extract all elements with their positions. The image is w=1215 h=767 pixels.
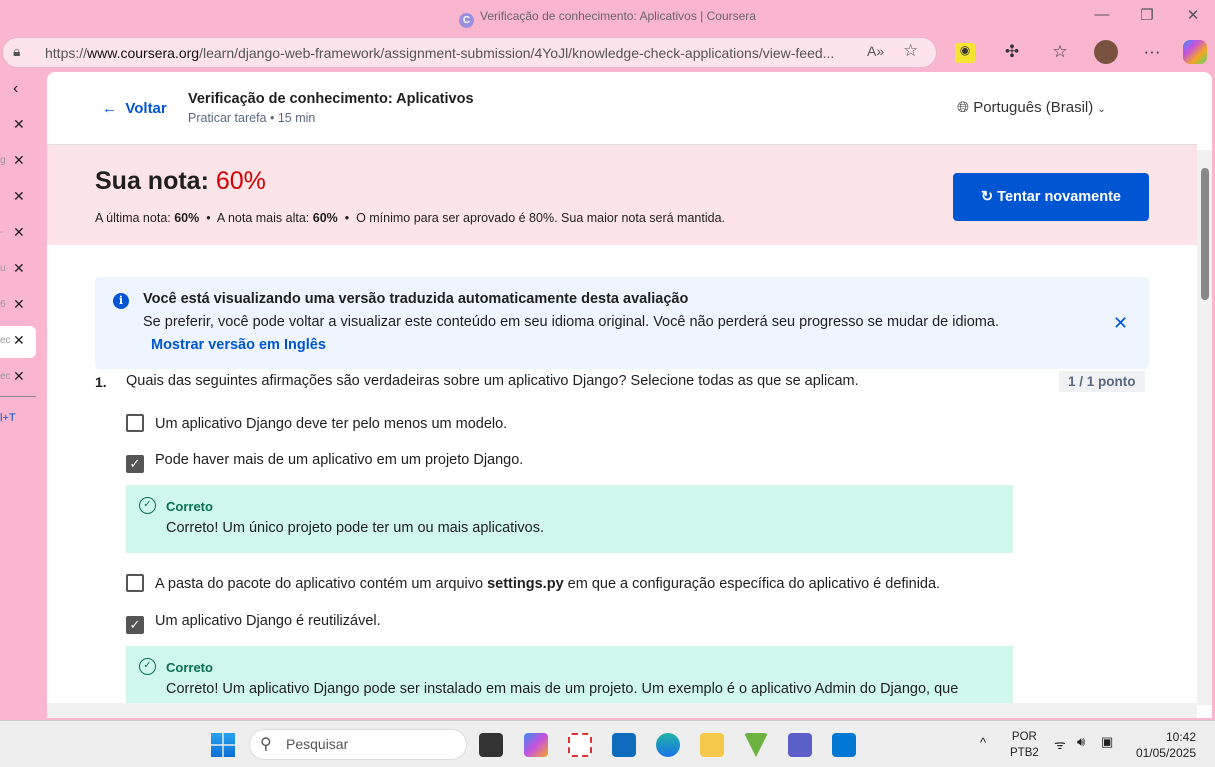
- page-content: ← Voltar Verificação de conhecimento: Ap…: [47, 72, 1212, 718]
- checkbox-checked[interactable]: ✓: [126, 616, 144, 634]
- favorites-icon[interactable]: ☆: [1048, 42, 1072, 62]
- checkbox-checked[interactable]: ✓: [126, 455, 144, 473]
- window-title: C Verificação de conhecimento: Aplicativo…: [0, 9, 1215, 28]
- windows-start-icon[interactable]: [211, 733, 235, 757]
- minimize-button[interactable]: —: [1092, 6, 1112, 23]
- horizontal-scrollbar[interactable]: [47, 703, 1197, 718]
- score-value: 60%: [215, 167, 266, 195]
- score-banner: Sua nota: 60% A última nota: 60% • A not…: [47, 145, 1197, 245]
- feedback-text: Correto! Um único projeto pode ter um ou…: [166, 520, 544, 536]
- edge-icon[interactable]: [656, 733, 680, 757]
- close-notice-icon[interactable]: ✕: [1113, 313, 1128, 334]
- points-badge: 1 / 1 ponto: [1059, 371, 1145, 392]
- close-tab-icon[interactable]: ✕: [13, 152, 25, 169]
- question-text: Quais das seguintes afirmações são verda…: [126, 373, 859, 389]
- restore-button[interactable]: ❐: [1137, 6, 1157, 24]
- chevron-up-icon[interactable]: ^: [980, 735, 986, 750]
- clock[interactable]: 10:42 01/05/2025: [1130, 729, 1196, 761]
- option-2[interactable]: ✓ Pode haver mais de um aplicativo em um …: [126, 452, 523, 473]
- favorite-star-icon[interactable]: ☆: [903, 41, 918, 61]
- close-tab-icon[interactable]: ✕: [13, 332, 25, 349]
- lock-icon: 🔒︎: [13, 43, 21, 59]
- coursera-favicon-icon: C: [459, 13, 475, 28]
- outlook-icon[interactable]: [612, 733, 636, 757]
- extensions-puzzle-icon[interactable]: ✣: [1000, 42, 1024, 62]
- close-tab-icon[interactable]: ✕: [13, 116, 25, 133]
- volume-icon[interactable]: 🔊︎: [1077, 734, 1085, 750]
- option-4[interactable]: ✓ Um aplicativo Django é reutilizável.: [126, 613, 381, 634]
- vertical-scrollbar[interactable]: [1197, 150, 1212, 705]
- info-icon: i: [113, 293, 129, 309]
- retry-button[interactable]: ↻ Tentar novamente: [953, 173, 1149, 221]
- feedback-correct: ✓ Correto Correto! Um único projeto pode…: [126, 485, 1013, 553]
- score-heading: Sua nota: 60%: [95, 167, 266, 195]
- copilot-app-icon[interactable]: [524, 733, 548, 757]
- battery-icon[interactable]: ▣: [1101, 734, 1113, 750]
- profile-avatar[interactable]: [1094, 40, 1118, 64]
- feedback-title: Correto: [166, 499, 213, 514]
- vscode-icon[interactable]: [832, 733, 856, 757]
- close-tab-icon[interactable]: ✕: [13, 296, 25, 313]
- checkbox[interactable]: [126, 414, 144, 432]
- show-english-link[interactable]: Mostrar versão em Inglês: [151, 337, 326, 353]
- notice-title: Você está visualizando uma versão traduz…: [143, 291, 689, 307]
- back-button[interactable]: ← Voltar: [102, 100, 167, 117]
- tab-label[interactable]: 6: [0, 299, 6, 310]
- globe-icon: 🌐︎: [957, 99, 970, 116]
- refresh-icon: ↻: [980, 189, 994, 205]
- title-bar: C Verificação de conhecimento: Aplicativo…: [0, 0, 1215, 34]
- translation-notice: i Você está visualizando uma versão trad…: [95, 277, 1149, 369]
- copilot-icon[interactable]: [1183, 40, 1207, 64]
- option-1[interactable]: Um aplicativo Django deve ter pelo menos…: [126, 414, 507, 432]
- check-circle-icon: ✓: [139, 497, 156, 514]
- wifi-icon[interactable]: ᯤ: [1054, 735, 1066, 753]
- chevron-down-icon: ⌄: [1097, 104, 1106, 115]
- snipping-tool-icon[interactable]: [568, 733, 592, 757]
- score-details: A última nota: 60% • A nota mais alta: 6…: [95, 211, 726, 225]
- option-3[interactable]: A pasta do pacote do aplicativo contém u…: [126, 574, 940, 592]
- close-tab-icon[interactable]: ✕: [13, 224, 25, 241]
- address-bar[interactable]: 🔒︎ https://www.coursera.org/learn/django…: [2, 37, 937, 68]
- file-explorer-icon[interactable]: [700, 733, 724, 757]
- url-text[interactable]: https://www.coursera.org/learn/django-we…: [45, 45, 834, 61]
- close-window-button[interactable]: ✕: [1183, 6, 1203, 24]
- check-circle-icon: ✓: [139, 658, 156, 675]
- tab-label[interactable]: ec: [0, 371, 11, 382]
- collapse-sidebar-icon[interactable]: ‹: [13, 80, 18, 98]
- read-aloud-icon[interactable]: A»: [867, 43, 884, 59]
- scrollbar-thumb[interactable]: [1201, 168, 1209, 300]
- divider: [0, 396, 36, 397]
- page-header: ← Voltar Verificação de conhecimento: Ap…: [47, 72, 1197, 145]
- notice-body: Se preferir, você pode voltar a visualiz…: [143, 314, 999, 330]
- feedback-title: Correto: [166, 660, 213, 675]
- search-icon: ⚲: [260, 736, 272, 753]
- question-number: 1.: [95, 374, 107, 390]
- input-language[interactable]: POR PTB2: [1010, 729, 1039, 761]
- language-selector[interactable]: 🌐︎ Português (Brasil) ⌄: [957, 99, 1106, 116]
- tab-label[interactable]: -: [0, 227, 3, 238]
- close-tab-icon[interactable]: ✕: [13, 188, 25, 205]
- page-subtitle: Praticar tarefa • 15 min: [188, 111, 316, 125]
- feedback-text: Correto! Um aplicativo Django pode ser i…: [166, 681, 959, 697]
- arrow-left-icon: ←: [102, 100, 117, 117]
- app-icon[interactable]: [744, 733, 768, 757]
- teams-icon[interactable]: [788, 733, 812, 757]
- close-tab-icon[interactable]: ✕: [13, 368, 25, 385]
- tab-label[interactable]: g: [0, 155, 6, 166]
- checkbox[interactable]: [126, 574, 144, 592]
- tab-label[interactable]: u: [0, 263, 6, 274]
- page-title: Verificação de conhecimento: Aplicativos: [188, 91, 474, 107]
- more-menu-icon[interactable]: ···: [1140, 42, 1164, 62]
- new-tab-shortcut[interactable]: l+T: [0, 412, 16, 424]
- taskbar-search[interactable]: ⚲ Pesquisar: [249, 729, 467, 760]
- taskbar: ⚲ Pesquisar ^ POR PTB2 ᯤ 🔊︎ ▣ 10:42 01/05/2…: [0, 720, 1215, 767]
- tab-label[interactable]: ec: [0, 335, 11, 346]
- task-view-icon[interactable]: [479, 733, 503, 757]
- vertical-tabs-sidebar: ‹ ✕ g ✕ ✕ - ✕ u ✕ 6 ✕ ec ✕ ec ✕ l+T: [0, 72, 47, 720]
- extension-icon[interactable]: ◉: [955, 43, 975, 63]
- close-tab-icon[interactable]: ✕: [13, 260, 25, 277]
